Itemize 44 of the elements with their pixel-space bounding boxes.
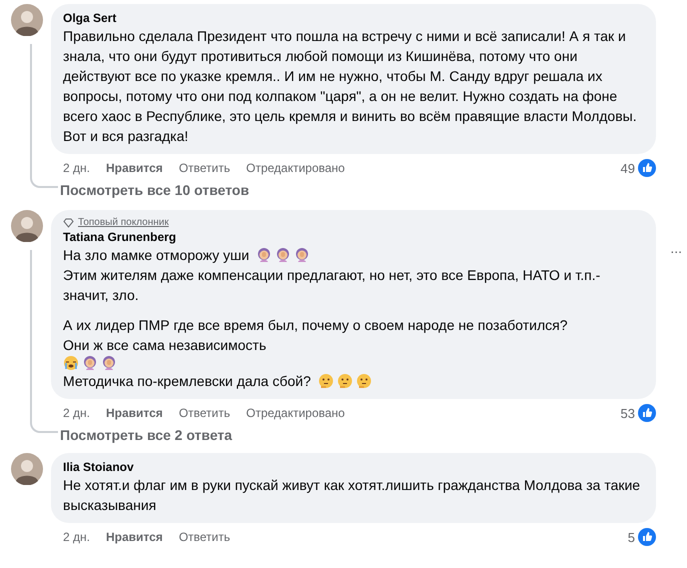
facepalm-emoji-icon	[256, 247, 272, 263]
edited-label[interactable]: Отредактировано	[246, 406, 345, 420]
like-count[interactable]: 49	[620, 160, 635, 176]
comment-text: А их лидер ПМР где все время был, почему о своем народе не позаботился?	[63, 316, 568, 335]
fan-badge[interactable]: Топовый поклонник	[78, 217, 169, 228]
facepalm-emoji-icon	[82, 355, 98, 371]
avatar[interactable]	[11, 453, 43, 485]
edited-label[interactable]: Отредактировано	[246, 161, 345, 175]
comment-text: На зло мамке отморожу уши	[63, 246, 250, 265]
thumbs-up-icon	[638, 404, 656, 422]
more-options[interactable]: ...	[670, 240, 682, 256]
facepalm-emoji-icon	[101, 355, 117, 371]
diamond-icon	[63, 218, 74, 228]
comment-text: Они ж все сама независимость	[63, 336, 266, 355]
comment-text: Не хотят.и флаг им в руки пускай живут как хотят.лишить гражданства Молдова за такие высказывания	[63, 476, 642, 515]
comment-text: Правильно сделала Президент что пошла на встречу с ними и всё записали! А я так и знала, что они будут противиться любой помощи из Кишинёва, потому что они действуют все по указке кремля.. И им не нужно, чтобы М. Санду вдруг решала их вопросы, потому что они под колпаком "царя", а он не велит. Нужно создать на фоне всего хаос в Республике, это цель кремля и винить во всём правящие власти Молдовы. Вот и вся разгадка!	[63, 27, 638, 146]
comment-text: Этим жителям даже компенсации предлагают, но нет, это все Европа, НАТО и т.п.- значит, зло.	[63, 266, 602, 305]
reply-link[interactable]: Ответить	[178, 406, 230, 420]
like-link[interactable]: Нравится	[106, 530, 163, 544]
thinking-emoji-icon	[356, 373, 372, 389]
thumbs-up-icon	[638, 528, 656, 546]
comment-time[interactable]: 2 дн.	[63, 530, 90, 544]
avatar[interactable]	[11, 4, 43, 36]
reply-link[interactable]: Ответить	[178, 161, 230, 175]
like-count[interactable]: 5	[628, 530, 635, 544]
author-name[interactable]: Tatiana Grunenberg	[63, 230, 644, 245]
avatar[interactable]	[11, 210, 43, 242]
comment-time[interactable]: 2 дн.	[63, 161, 90, 175]
like-link[interactable]: Нравится	[106, 161, 163, 175]
thumbs-up-icon	[638, 159, 656, 177]
view-replies-link[interactable]: Посмотреть все 2 ответа	[60, 427, 232, 443]
like-link[interactable]: Нравится	[106, 406, 163, 420]
facepalm-emoji-icon	[275, 247, 292, 263]
like-count[interactable]: 53	[620, 406, 635, 420]
crying-emoji-icon	[63, 355, 79, 371]
author-name[interactable]: Olga Sert	[63, 11, 644, 26]
comment-text: Методичка по-кремлевски дала сбой?	[63, 372, 311, 391]
view-replies-link[interactable]: Посмотреть все 10 ответов	[60, 182, 250, 198]
author-name[interactable]: Ilia Stoianov	[63, 460, 644, 475]
facepalm-emoji-icon	[294, 247, 310, 263]
thinking-emoji-icon	[318, 373, 334, 389]
comment-time[interactable]: 2 дн.	[63, 406, 90, 420]
reply-link[interactable]: Ответить	[178, 530, 230, 544]
thinking-emoji-icon	[336, 373, 353, 389]
